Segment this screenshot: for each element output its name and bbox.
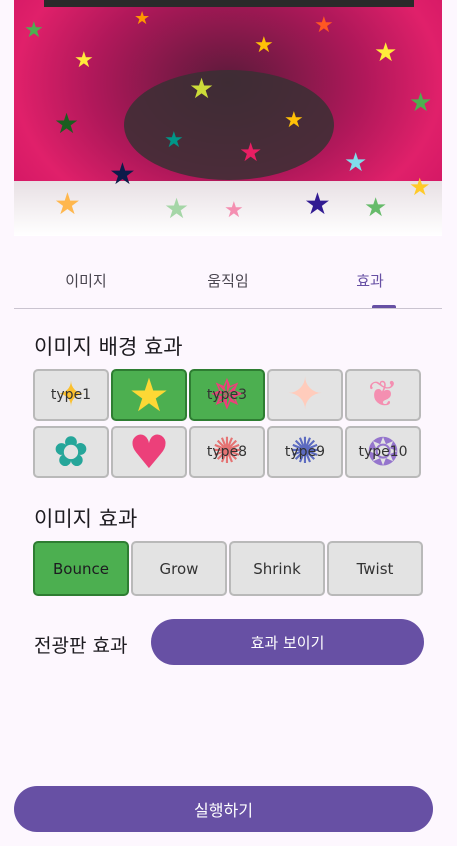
show-effect-button[interactable]: 효과 보이기	[151, 619, 424, 665]
star-icon: ★	[284, 108, 304, 133]
smiling-star-icon: ★	[128, 369, 170, 421]
tab-image[interactable]: 이미지	[16, 270, 156, 291]
star-icon: ★	[239, 138, 263, 168]
star-icon: ★	[364, 193, 388, 223]
effect-type6-button[interactable]: ✿	[33, 426, 109, 478]
effect-type5-button[interactable]: ❦	[345, 369, 421, 421]
star-icon: ★	[109, 157, 136, 192]
image-effects-group: Bounce Grow Shrink Twist	[33, 541, 425, 596]
effect-type4-button[interactable]: ✦	[267, 369, 343, 421]
star-icon: ★	[409, 88, 433, 118]
effect-type2-button[interactable]: ★	[111, 369, 187, 421]
run-button[interactable]: 실행하기	[14, 786, 433, 832]
grow-button[interactable]: Grow	[131, 541, 227, 596]
star-icon: ★	[344, 148, 368, 178]
background-effects-title: 이미지 배경 효과	[34, 335, 183, 359]
star-icon: ★	[54, 187, 81, 222]
star-icon: ★	[164, 192, 190, 225]
star-icon: ★	[314, 13, 334, 38]
star-icon: ★	[54, 107, 80, 140]
flower-icon: ✿	[53, 427, 89, 476]
star-icon: ★	[164, 128, 184, 153]
tab-effect[interactable]: 효과	[300, 270, 440, 291]
effect-type7-button[interactable]: ♥	[111, 426, 187, 478]
effect-type10-button[interactable]: ❂ type10	[345, 426, 421, 478]
bounce-button[interactable]: Bounce	[33, 541, 129, 596]
butterfly-icon: ❦	[367, 374, 399, 415]
star-icon: ★	[24, 18, 44, 43]
star-icon: ★	[254, 33, 274, 58]
preview-topbar	[44, 0, 414, 7]
star-icon: ★	[374, 38, 398, 68]
preview-image: ★ ★ ★ ★ ★ ★ ★ ★ ★ ★ ★ ★ ★ ★ ★ ★ ★ ★ ★ ★	[14, 0, 442, 236]
effect-type1-button[interactable]: ✦ type1	[33, 369, 109, 421]
star-icon: ★	[189, 72, 215, 105]
billboard-effect-label: 전광판 효과	[34, 635, 128, 657]
shrink-button[interactable]: Shrink	[229, 541, 325, 596]
four-point-star-icon: ✦	[286, 369, 324, 420]
effect-type8-button[interactable]: ✺ type8	[189, 426, 265, 478]
effect-type3-button[interactable]: ✵ type3	[189, 369, 265, 421]
star-icon: ★	[74, 48, 94, 73]
tab-motion[interactable]: 움직임	[158, 270, 298, 291]
star-icon: ★	[134, 8, 151, 29]
tab-bar: 이미지 움직임 효과	[14, 262, 442, 309]
effect-type9-button[interactable]: ✺ type9	[267, 426, 343, 478]
star-icon: ★	[224, 198, 244, 223]
star-icon: ★	[409, 173, 431, 201]
background-effects-grid: ✦ type1 ★ ✵ type3 ✦ ❦ ✿ ♥ ✺ type8 ✺ type…	[33, 369, 425, 481]
tab-indicator	[372, 305, 396, 308]
star-icon: ★	[304, 187, 331, 222]
heart-icon: ♥	[128, 426, 170, 478]
twist-button[interactable]: Twist	[327, 541, 423, 596]
image-effects-title: 이미지 효과	[34, 507, 138, 531]
